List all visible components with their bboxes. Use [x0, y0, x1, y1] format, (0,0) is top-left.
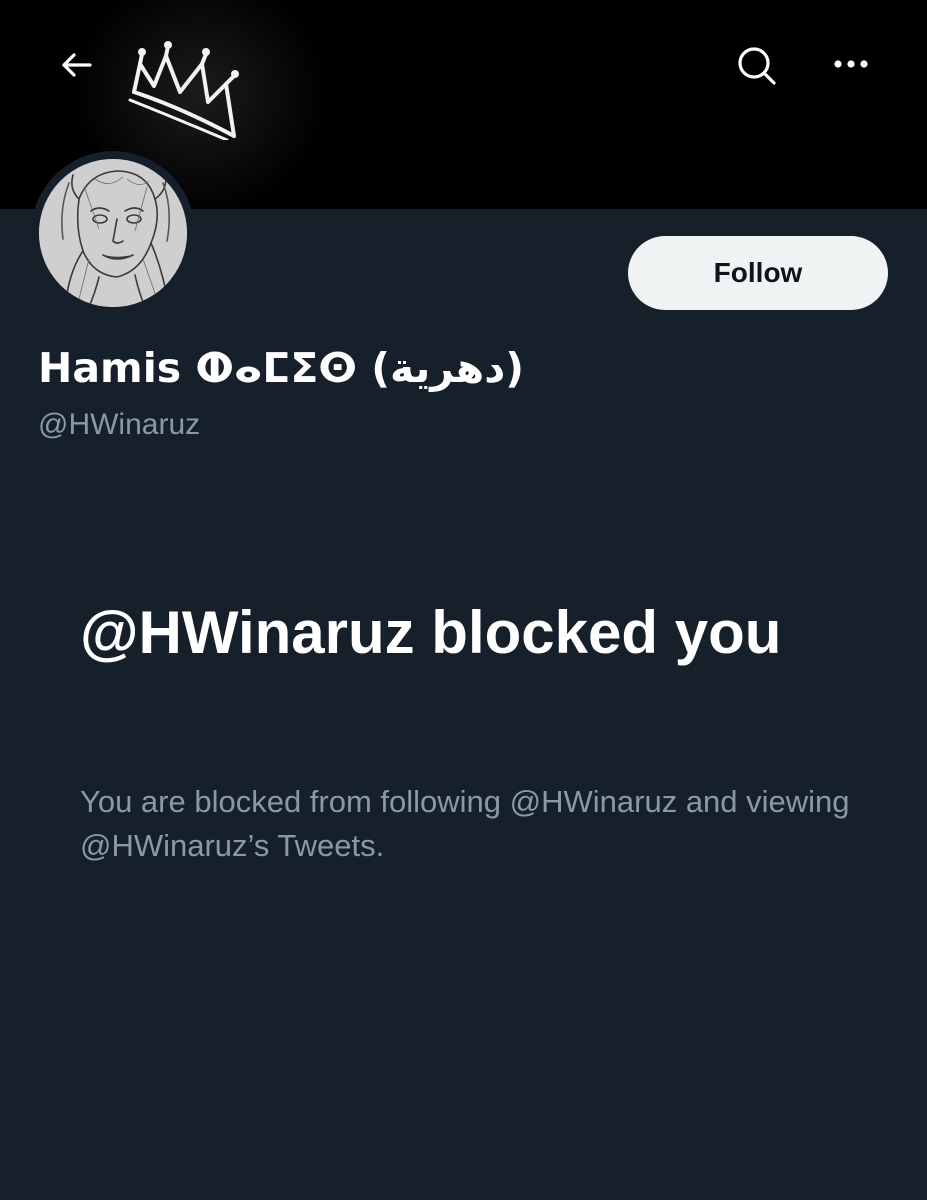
more-horizontal-icon	[834, 60, 868, 68]
avatar[interactable]	[39, 159, 187, 307]
more-options-button[interactable]	[828, 42, 874, 88]
follow-button[interactable]: Follow	[628, 236, 888, 310]
profile-display-name: Hamis ⵀⴰⵎⵉⵙ (دهرية)	[38, 344, 524, 392]
blocked-heading: @HWinaruz blocked you	[80, 599, 782, 666]
back-button[interactable]	[52, 42, 102, 88]
avatar-sketch-portrait	[39, 159, 187, 307]
search-icon	[738, 47, 776, 85]
crown-graphic	[128, 41, 239, 140]
profile-handle: @HWinaruz	[38, 408, 201, 441]
arrow-left-icon	[62, 53, 92, 77]
blocked-message: You are blocked from following @HWinaruz…	[80, 784, 850, 863]
search-button[interactable]	[733, 42, 779, 88]
